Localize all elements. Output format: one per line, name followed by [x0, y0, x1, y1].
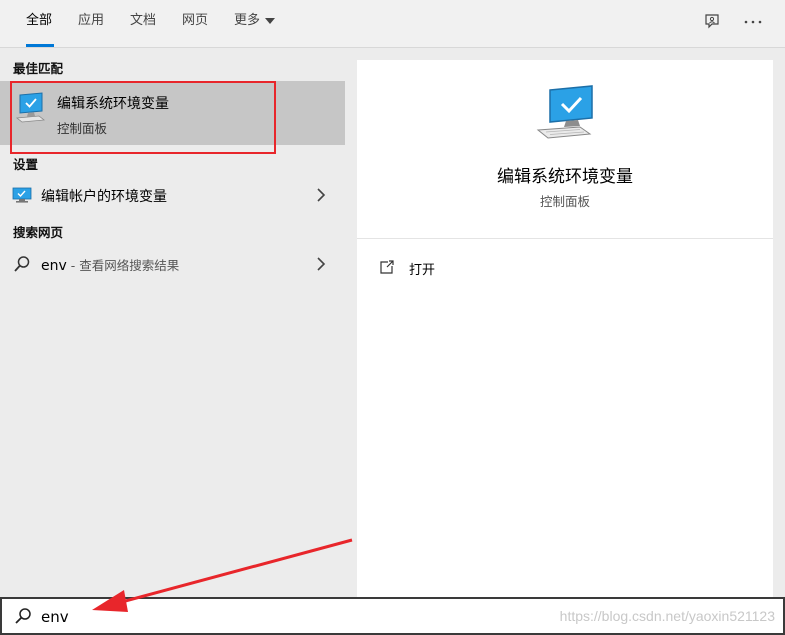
search-input[interactable] [41, 605, 341, 629]
preview-title: 编辑系统环境变量 [497, 167, 633, 187]
feedback-button[interactable] [700, 10, 724, 34]
settings-heading: 设置 [13, 157, 39, 172]
feedback-icon [705, 14, 719, 29]
tab-all-label: 全部 [26, 13, 53, 28]
watermark: https://blog.csdn.net/yaoxin521123 [559, 608, 775, 624]
preview-pane: 编辑系统环境变量 控制面板 打开 [357, 60, 773, 597]
preview-divider [357, 238, 773, 239]
tab-documents-label: 文档 [130, 13, 157, 28]
search-icon [14, 256, 30, 272]
open-icon [380, 260, 394, 274]
tab-apps-label: 应用 [78, 13, 105, 28]
tab-apps[interactable]: 应用 [78, 0, 104, 48]
highlight-outline [10, 81, 276, 154]
monitor-icon [12, 187, 32, 203]
tab-all[interactable]: 全部 [26, 0, 54, 48]
tab-documents[interactable]: 文档 [130, 0, 156, 48]
tab-more-label: 更多 [234, 13, 261, 28]
chevron-right-icon[interactable] [315, 256, 327, 272]
web-search-heading: 搜索网页 [13, 225, 64, 240]
web-search-label: env - 查看网络搜索结果 [41, 255, 179, 274]
open-action-label: 打开 [409, 263, 436, 278]
web-search-item[interactable]: env - 查看网络搜索结果 [0, 247, 345, 281]
filter-tab-bar: 全部 应用 文档 网页 更多 [0, 0, 785, 48]
tab-more[interactable]: 更多 [234, 0, 276, 48]
search-icon [15, 608, 31, 624]
best-match-item[interactable]: 编辑系统环境变量 控制面板 [0, 81, 345, 154]
chevron-right-icon[interactable] [315, 187, 327, 203]
preview-subtitle: 控制面板 [539, 194, 590, 209]
monitor-check-icon [536, 85, 593, 139]
tab-web[interactable]: 网页 [182, 0, 208, 48]
more-options-button[interactable] [741, 10, 765, 34]
best-match-heading: 最佳匹配 [13, 61, 64, 76]
web-search-suffix: - 查看网络搜索结果 [66, 258, 180, 273]
settings-item-edit-account-env[interactable]: 编辑帐户的环境变量 [0, 178, 345, 212]
tab-web-label: 网页 [182, 13, 209, 28]
active-tab-indicator [26, 44, 54, 47]
results-pane: 最佳匹配 编辑系统环境变量 控制面板 设置 编辑帐户的环境变量 搜索网页 env… [0, 48, 345, 597]
web-search-query: env [41, 258, 67, 274]
settings-item-label: 编辑帐户的环境变量 [41, 189, 167, 205]
chevron-down-icon [265, 17, 276, 24]
more-options-icon [744, 20, 762, 24]
